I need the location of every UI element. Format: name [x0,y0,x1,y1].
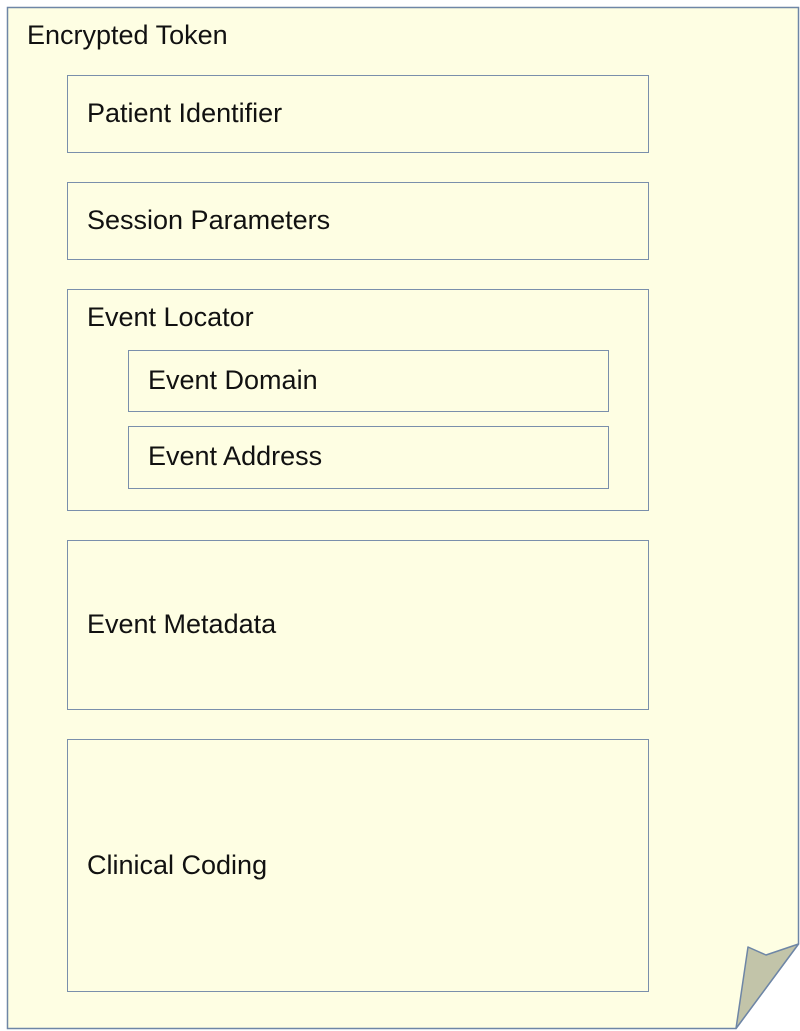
event-locator-label: Event Locator [87,302,254,332]
event-address-label: Event Address [148,441,323,471]
session-parameters-box: Session Parameters [67,182,649,260]
event-metadata-label: Event Metadata [87,609,277,639]
document-title: Encrypted Token [27,20,228,50]
patient-identifier-label: Patient Identifier [87,98,283,128]
clinical-coding-label: Clinical Coding [87,850,268,880]
event-domain-box: Event Domain [128,350,609,412]
clinical-coding-box: Clinical Coding [67,739,649,992]
event-domain-label: Event Domain [148,365,318,395]
session-parameters-label: Session Parameters [87,205,331,235]
event-metadata-box: Event Metadata [67,540,649,710]
patient-identifier-box: Patient Identifier [67,75,649,153]
event-locator-box: Event Locator Event Domain Event Address [67,289,649,511]
event-address-box: Event Address [128,426,609,489]
